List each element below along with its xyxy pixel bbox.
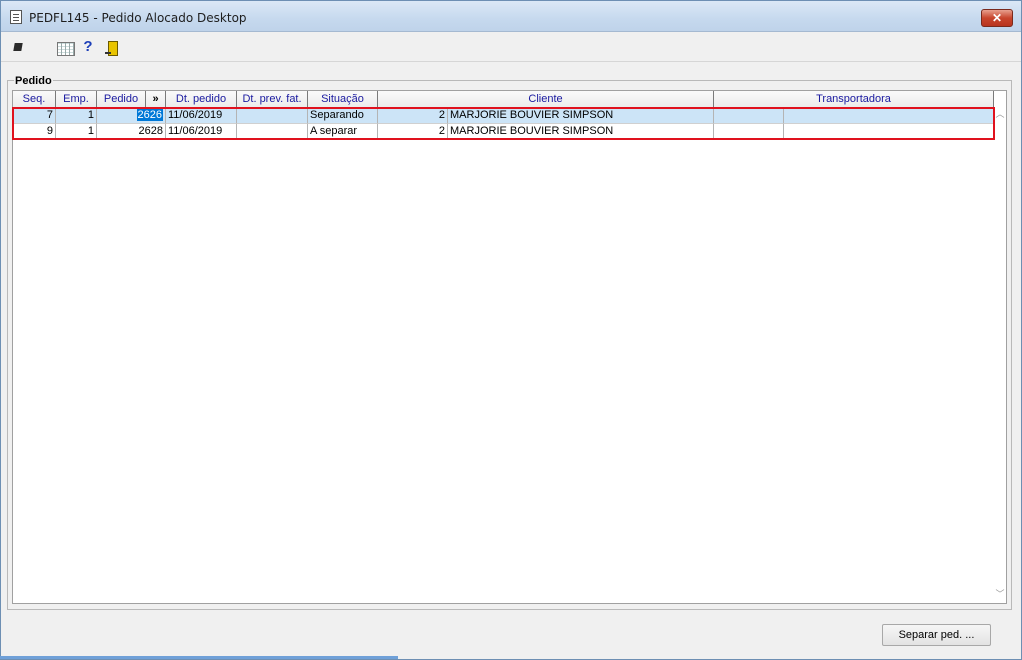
col-dt-prev-fat[interactable]: Dt. prev. fat. [237,91,308,108]
close-button[interactable]: ✕ [981,9,1013,27]
pedido-value-selected: 2626 [136,109,163,121]
cell-dt-pedido: 11/06/2019 [166,108,237,124]
cell-dt-prev-fat [237,124,308,140]
separar-pedido-button[interactable]: Separar ped. ... [882,624,991,646]
toolbar: ? [1,32,1021,62]
cell-seq: 9 [13,124,56,140]
calculator-icon[interactable] [56,39,75,56]
cell-transp-code [714,108,784,124]
group-label: Pedido [14,75,53,87]
title-bar: PEDFL145 - Pedido Alocado Desktop ✕ [1,1,1021,32]
cell-situacao: Separando [308,108,378,124]
col-situacao[interactable]: Situação [308,91,378,108]
scroll-down-icon[interactable]: ﹀ [994,588,1006,600]
cell-emp: 1 [56,124,97,140]
cell-dt-pedido: 11/06/2019 [166,124,237,140]
window-title: PEDFL145 - Pedido Alocado Desktop [29,11,247,25]
cell-cliente-name: MARJORIE BOUVIER SIMPSON [448,124,714,140]
cell-cliente-name: MARJORIE BOUVIER SIMPSON [448,108,714,124]
col-dt-pedido[interactable]: Dt. pedido [166,91,237,108]
document-icon [10,10,22,24]
col-cliente[interactable]: Cliente [378,91,714,108]
cell-emp: 1 [56,108,97,124]
col-pedido[interactable]: Pedido [97,91,146,108]
help-icon[interactable]: ? [79,39,97,55]
cell-cliente-code: 2 [378,124,448,140]
cell-pedido[interactable]: 2628 [97,124,166,140]
table-row[interactable]: 9 1 2628 11/06/2019 A separar 2 MARJORIE… [13,124,994,140]
col-emp[interactable]: Emp. [56,91,97,108]
table-row[interactable]: 7 1 2626 11/06/2019 Separando 2 MARJORIE… [13,108,994,124]
cell-transp-name [784,108,994,124]
cell-pedido[interactable]: 2626 [97,108,166,124]
cell-seq: 7 [13,108,56,124]
cell-dt-prev-fat [237,108,308,124]
cell-situacao: A separar [308,124,378,140]
vertical-scrollbar[interactable]: ︿ ﹀ [994,108,1006,603]
cell-cliente-code: 2 [378,108,448,124]
col-expand-button[interactable]: » [146,91,166,108]
taskbar-edge [0,656,398,659]
pedido-grid[interactable]: Seq. Emp. Pedido » Dt. pedido Dt. prev. … [12,90,1007,604]
col-transportadora[interactable]: Transportadora [714,91,994,108]
exit-door-icon[interactable] [104,39,122,56]
cell-transp-code [714,124,784,140]
grid-header: Seq. Emp. Pedido » Dt. pedido Dt. prev. … [13,91,994,108]
col-seq[interactable]: Seq. [13,91,56,108]
scroll-up-icon[interactable]: ︿ [994,108,1006,120]
cell-transp-name [784,124,994,140]
arrow-icon[interactable] [11,39,29,55]
